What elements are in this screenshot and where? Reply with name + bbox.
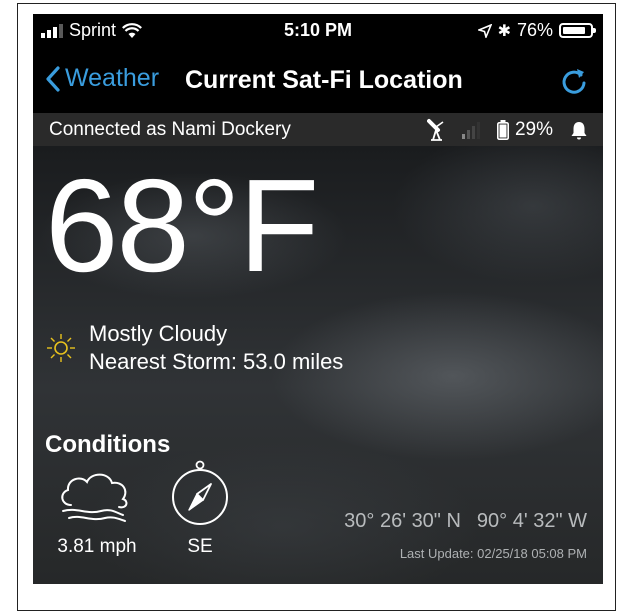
nav-bar: Weather Current Sat-Fi Location xyxy=(33,54,603,108)
page-title: Current Sat-Fi Location xyxy=(185,66,463,94)
coordinates: 30° 26' 30" N 90° 4' 32" W xyxy=(344,510,587,533)
status-bar: Sprint 5:10 PM ✱ 76% xyxy=(33,14,603,50)
last-update: Last Update: 02/25/18 05:08 PM xyxy=(399,546,587,561)
longitude: 90° 4' 32" W xyxy=(476,510,587,532)
compass-icon xyxy=(172,460,228,525)
wind-direction: SE xyxy=(187,536,213,557)
device-status-icons: 29% xyxy=(426,118,589,142)
device-battery-icon xyxy=(496,120,509,140)
condition-block: Mostly Cloudy Nearest Storm: 53.0 miles xyxy=(89,320,343,376)
device-battery: 29% xyxy=(496,119,553,141)
back-button[interactable]: Weather xyxy=(45,64,159,93)
connection-bar: Connected as Nami Dockery 29% xyxy=(33,113,603,146)
latitude: 30° 26' 30" N xyxy=(344,510,461,532)
wind-cloud-icon xyxy=(61,473,128,522)
connection-status: Connected as Nami Dockery xyxy=(49,119,291,140)
phone-battery-percent: 76% xyxy=(516,20,553,40)
temperature: 68°F xyxy=(45,152,319,299)
back-label: Weather xyxy=(65,64,160,92)
signal-icon xyxy=(461,122,480,139)
battery-icon xyxy=(559,23,596,38)
satellite-icon xyxy=(426,119,444,141)
phone-screen: Sprint 5:10 PM ✱ 76% Weather Current Sat… xyxy=(33,14,603,584)
sun-icon xyxy=(47,334,75,362)
chevron-left-icon xyxy=(46,65,60,92)
wind-speed: 3.81 mph xyxy=(57,536,137,557)
refresh-icon[interactable] xyxy=(559,66,589,96)
bell-icon[interactable] xyxy=(569,120,589,140)
nearest-storm: Nearest Storm: 53.0 miles xyxy=(89,349,344,374)
status-right: ✱ 76% xyxy=(477,20,596,41)
location-arrow-icon xyxy=(477,23,492,38)
conditions-heading: Conditions xyxy=(45,431,171,458)
device-battery-percent: 29% xyxy=(514,119,553,140)
bluetooth-icon: ✱ xyxy=(497,22,511,40)
weather-panel: 68°F Mostly Cloudy Nearest Storm: 53.0 m… xyxy=(33,146,603,584)
condition-text: Mostly Cloudy xyxy=(89,321,228,346)
